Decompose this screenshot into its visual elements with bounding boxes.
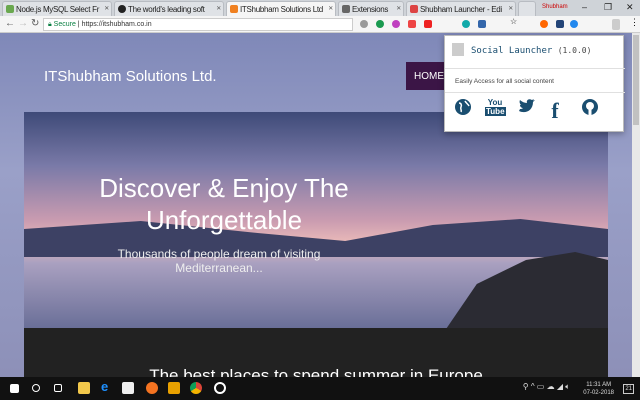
close-tab-icon[interactable]: ✕ bbox=[328, 5, 333, 12]
tab-label: Node.js MySQL Select Fr bbox=[16, 5, 100, 14]
puzzle-icon bbox=[342, 5, 350, 13]
url-text: https://itshubham.co.in bbox=[81, 21, 152, 28]
hero-banner: Discover & Enjoy The Unforgettable Thous… bbox=[24, 112, 608, 328]
system-tray-icons[interactable]: ⚲ ^ ▭ ☁ ◢ 🔈︎ bbox=[523, 383, 570, 391]
taskbar: e ⚲ ^ ▭ ☁ ◢ 🔈︎ 11:31 AM 07-02-2018 21 bbox=[0, 377, 640, 400]
clock-time: 11:31 AM bbox=[586, 382, 612, 388]
divider bbox=[445, 92, 625, 93]
back-icon[interactable]: ← bbox=[5, 18, 15, 29]
sublime-icon[interactable] bbox=[168, 382, 180, 394]
windows-start-icon[interactable] bbox=[10, 384, 19, 393]
tab-extensions[interactable]: Extensions ✕ bbox=[338, 1, 404, 16]
tab-favicon-icon bbox=[6, 5, 14, 13]
extension-icon[interactable] bbox=[376, 20, 384, 28]
popup-version: (1.0.0) bbox=[557, 46, 592, 55]
address-toolbar: ← → ↻ 🔒︎ Secure | https://itshubham.co.i… bbox=[0, 16, 640, 33]
scrollbar[interactable] bbox=[632, 33, 640, 377]
extension-icon[interactable] bbox=[478, 20, 486, 28]
social-launcher-extension-icon[interactable] bbox=[612, 19, 620, 30]
tab-label: Shubham Launcher - Edi bbox=[420, 5, 502, 14]
site-brand[interactable]: ITShubham Solutions Ltd. bbox=[44, 68, 217, 85]
search-icon[interactable] bbox=[32, 384, 40, 392]
tab-label: Extensions bbox=[352, 5, 389, 14]
close-tab-icon[interactable]: ✕ bbox=[216, 5, 221, 12]
facebook-icon[interactable]: f bbox=[545, 98, 565, 123]
close-tab-icon[interactable]: ✕ bbox=[104, 5, 109, 12]
social-launcher-popup: Social Launcher (1.0.0) Easily Access fo… bbox=[444, 35, 625, 132]
clock-date: 07-02-2018 bbox=[583, 390, 614, 396]
reload-icon[interactable]: ↻ bbox=[31, 18, 39, 29]
close-window-button[interactable]: ✕ bbox=[626, 2, 634, 13]
hero-rocks bbox=[444, 252, 608, 328]
nav-home[interactable]: HOME bbox=[406, 62, 444, 90]
section: The best places to spend summer in Europ… bbox=[24, 328, 608, 385]
chrome-icon[interactable] bbox=[190, 382, 202, 394]
extension-icon[interactable] bbox=[424, 20, 432, 28]
close-tab-icon[interactable]: ✕ bbox=[508, 5, 513, 12]
extension-icon[interactable] bbox=[360, 20, 368, 28]
minimize-button[interactable]: – bbox=[582, 2, 587, 12]
restore-button[interactable]: ❐ bbox=[604, 2, 612, 13]
tab-itshubham[interactable]: ITShubham Solutions Ltd ✕ bbox=[226, 1, 336, 16]
scrollbar-thumb[interactable] bbox=[633, 35, 639, 125]
bookmark-star-icon[interactable]: ☆ bbox=[510, 17, 518, 26]
forward-icon[interactable]: → bbox=[18, 18, 28, 29]
clock[interactable]: 11:31 AM 07-02-2018 bbox=[583, 381, 614, 397]
popup-title-text: Social Launcher bbox=[471, 46, 553, 56]
address-bar[interactable]: 🔒︎ Secure | https://itshubham.co.in bbox=[43, 18, 353, 31]
tab-label: ITShubham Solutions Ltd bbox=[240, 5, 323, 14]
app-icon[interactable] bbox=[214, 382, 226, 394]
tab-nodejs[interactable]: Node.js MySQL Select Fr ✕ bbox=[2, 1, 112, 16]
extension-icon[interactable] bbox=[570, 20, 578, 28]
extension-icon[interactable] bbox=[392, 20, 400, 28]
extension-icon[interactable] bbox=[540, 20, 548, 28]
divider bbox=[445, 68, 625, 69]
github-icon[interactable] bbox=[580, 98, 600, 120]
close-tab-icon[interactable]: ✕ bbox=[396, 5, 401, 12]
menu-icon[interactable]: ⋮ bbox=[630, 17, 639, 27]
tab-launcher[interactable]: Shubham Launcher - Edi ✕ bbox=[406, 1, 516, 16]
extension-logo-icon bbox=[452, 43, 464, 56]
hero-title: Discover & Enjoy The Unforgettable bbox=[99, 173, 349, 235]
tab-github[interactable]: The world's leading soft ✕ bbox=[114, 1, 224, 16]
extension-icon[interactable] bbox=[556, 20, 564, 28]
task-view-icon[interactable] bbox=[54, 384, 62, 392]
user-profile[interactable]: Shubham bbox=[542, 4, 568, 10]
globe-icon[interactable] bbox=[453, 98, 473, 120]
github-favicon-icon bbox=[118, 5, 126, 13]
tab-favicon-icon bbox=[410, 5, 418, 13]
store-icon[interactable] bbox=[122, 382, 134, 394]
youtube-icon[interactable]: You Tube bbox=[485, 98, 506, 120]
extension-icon[interactable] bbox=[408, 20, 416, 28]
tab-label: The world's leading soft bbox=[128, 5, 205, 14]
action-center-icon[interactable]: 21 bbox=[623, 384, 634, 394]
extension-icon[interactable] bbox=[462, 20, 470, 28]
secure-label: Secure bbox=[53, 21, 76, 28]
tab-favicon-icon bbox=[230, 5, 238, 13]
firefox-icon[interactable] bbox=[146, 382, 158, 394]
twitter-icon[interactable] bbox=[517, 98, 537, 120]
file-explorer-icon[interactable] bbox=[78, 382, 90, 394]
popup-description: Easily Access for all social content bbox=[455, 78, 554, 85]
tab-strip: Node.js MySQL Select Fr ✕ The world's lea… bbox=[0, 0, 640, 16]
new-tab-button[interactable] bbox=[518, 1, 536, 16]
edge-icon[interactable]: e bbox=[101, 379, 113, 394]
hero-subtitle: Thousands of people dream of visiting Me… bbox=[117, 247, 321, 275]
popup-title: Social Launcher (1.0.0) bbox=[471, 46, 591, 56]
